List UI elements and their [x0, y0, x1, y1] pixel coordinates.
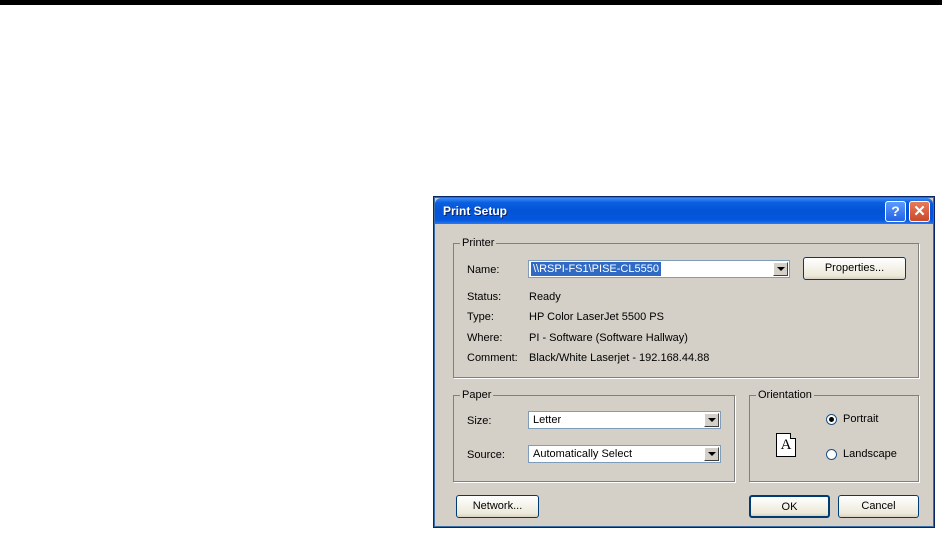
paper-group: Paper: [453, 389, 735, 482]
paper-source-select[interactable]: Automatically Select: [528, 445, 721, 463]
landscape-label[interactable]: Landscape: [843, 448, 897, 460]
status-value: Ready: [529, 291, 561, 303]
chevron-down-icon[interactable]: [704, 447, 719, 461]
landscape-radio[interactable]: [826, 449, 837, 460]
orientation-group: Orientation: [749, 389, 919, 482]
ok-button[interactable]: OK: [749, 495, 830, 518]
comment-label: Comment:: [467, 352, 518, 364]
cancel-button[interactable]: Cancel: [838, 495, 919, 518]
print-setup-dialog: Print Setup ? ✕ Printer Name: \\RSPI-FS1…: [433, 196, 935, 528]
portrait-page-icon: A: [776, 433, 796, 457]
network-button[interactable]: Network...: [456, 495, 539, 518]
source-label: Source:: [467, 449, 505, 461]
portrait-radio[interactable]: [826, 414, 837, 425]
status-label: Status:: [467, 291, 502, 303]
type-label: Type:: [467, 311, 494, 323]
paper-source-value: Automatically Select: [533, 448, 633, 460]
close-icon[interactable]: ✕: [909, 201, 930, 222]
where-label: Where:: [467, 332, 503, 344]
printer-name-label: Name:: [467, 264, 500, 276]
properties-button[interactable]: Properties...: [803, 257, 906, 280]
size-label: Size:: [467, 415, 492, 427]
printer-name-select[interactable]: \\RSPI-FS1\PISE-CL5550: [528, 260, 790, 278]
dialog-titlebar[interactable]: Print Setup ? ✕: [435, 198, 933, 224]
printer-group-label: Printer: [462, 237, 495, 249]
orientation-group-label: Orientation: [758, 389, 812, 401]
top-black-bar: [0, 0, 942, 5]
paper-group-label: Paper: [462, 389, 492, 401]
portrait-label[interactable]: Portrait: [843, 413, 878, 425]
paper-size-select[interactable]: Letter: [528, 411, 721, 429]
chevron-down-icon[interactable]: [704, 413, 719, 427]
comment-value: Black/White Laserjet - 192.168.44.88: [529, 352, 710, 364]
paper-size-value: Letter: [533, 414, 562, 426]
dialog-title: Print Setup: [443, 204, 508, 218]
help-icon[interactable]: ?: [885, 201, 906, 222]
chevron-down-icon[interactable]: [773, 262, 788, 276]
type-value: HP Color LaserJet 5500 PS: [529, 311, 664, 323]
printer-name-value: \\RSPI-FS1\PISE-CL5550: [530, 261, 662, 277]
where-value: PI - Software (Software Hallway): [529, 332, 688, 344]
